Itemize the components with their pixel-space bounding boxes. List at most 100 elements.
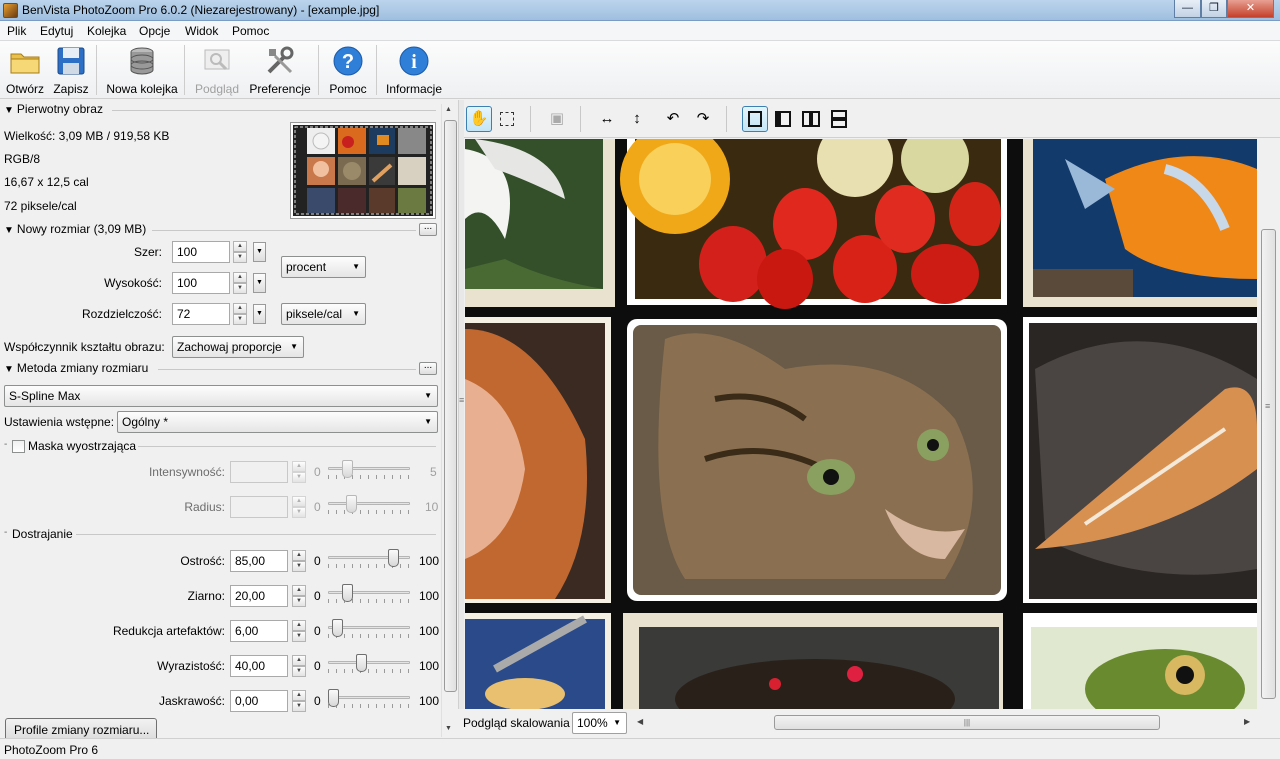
preview-button[interactable]: Podgląd — [192, 45, 242, 97]
preset-select[interactable]: Ogólny * ▼ — [117, 411, 438, 433]
section-original[interactable]: ▼ Pierwotny obraz — [4, 102, 103, 116]
section-method[interactable]: ▼ Metoda zmiany rozmiaru — [4, 361, 148, 375]
radius-slider[interactable] — [328, 494, 410, 514]
mask-label: Maska wyostrzająca — [28, 439, 137, 453]
slider-thumb[interactable] — [356, 654, 367, 672]
aspect-select[interactable]: Zachowaj proporcje ▼ — [172, 336, 304, 358]
single-view-icon — [748, 111, 762, 127]
width-input[interactable]: 100 — [172, 241, 230, 263]
flip-vertical-button[interactable]: ↕ — [624, 106, 650, 132]
scroll-down-arrow-icon[interactable]: ▼ — [445, 725, 452, 732]
menu-file[interactable]: Plik — [7, 24, 26, 38]
view-stacked-button[interactable] — [826, 106, 852, 132]
close-button[interactable]: ✕ — [1227, 0, 1274, 18]
tuning-input[interactable]: 0,00 — [230, 690, 288, 712]
width-spinner[interactable]: ▲ ▼ — [233, 241, 247, 263]
preview-vertical-scrollbar[interactable]: ≡ — [1257, 139, 1280, 709]
left-panel-scrollbar[interactable]: ▲ ▼ — [441, 104, 458, 737]
help-button[interactable]: ? Pomoc — [326, 45, 370, 97]
toolbar-separator — [318, 45, 319, 95]
radius-max: 10 — [425, 500, 439, 514]
section-new-size[interactable]: ▼ Nowy rozmiar (3,09 MB) — [4, 222, 146, 236]
preview-horizontal-scrollbar[interactable]: ◀ ||| ▶ — [634, 714, 1256, 731]
collapse-triangle-icon[interactable]: ▼ — [4, 364, 14, 375]
intensity-input[interactable] — [230, 461, 288, 483]
tuning-spinner[interactable]: ▲ ▼ — [292, 620, 306, 642]
rotate-right-button[interactable]: ↷ — [690, 106, 716, 132]
view-side-by-side-button[interactable] — [798, 106, 824, 132]
slider-thumb[interactable] — [388, 549, 399, 567]
maximize-button[interactable]: ❐ — [1201, 0, 1227, 18]
tuning-spinner[interactable]: ▲ ▼ — [292, 655, 306, 677]
intensity-spinner[interactable]: ▲ ▼ — [292, 461, 306, 483]
horizontal-scrollbar-thumb[interactable]: ||| — [774, 715, 1160, 730]
preferences-button[interactable]: Preferencje — [248, 45, 312, 97]
tuning-spinner[interactable]: ▲ ▼ — [292, 690, 306, 712]
tuning-spinner[interactable]: ▲ ▼ — [292, 550, 306, 572]
width-dropdown-button[interactable]: ▼ — [253, 242, 266, 262]
method-options-button[interactable]: ... — [419, 361, 437, 375]
minimize-button[interactable]: — — [1174, 0, 1201, 18]
height-dropdown-button[interactable]: ▼ — [253, 273, 266, 293]
save-button[interactable]: Zapisz — [50, 45, 92, 97]
menu-view[interactable]: Widok — [185, 24, 218, 38]
tuning-input[interactable]: 40,00 — [230, 655, 288, 677]
open-button[interactable]: Otwórz — [4, 45, 46, 97]
radius-spinner[interactable]: ▲ ▼ — [292, 496, 306, 518]
resolution-spinner[interactable]: ▲ ▼ — [233, 303, 247, 325]
tuning-spinner[interactable]: ▲ ▼ — [292, 585, 306, 607]
tuning-input[interactable]: 85,00 — [230, 550, 288, 572]
menu-options[interactable]: Opcje — [139, 24, 170, 38]
slider-thumb[interactable] — [342, 584, 353, 602]
tuning-slider[interactable] — [328, 583, 410, 603]
crop-button[interactable]: ▣ — [544, 106, 570, 132]
collapse-dash-icon[interactable]: - — [4, 527, 7, 538]
collapse-triangle-icon[interactable]: ▼ — [4, 105, 14, 116]
menu-queue[interactable]: Kolejka — [87, 24, 126, 38]
info-button[interactable]: i Informacje — [384, 45, 444, 97]
hand-tool-button[interactable]: ✋ — [466, 106, 492, 132]
menu-edit[interactable]: Edytuj — [40, 24, 73, 38]
intensity-slider[interactable] — [328, 459, 410, 479]
scroll-up-arrow-icon[interactable]: ▲ — [445, 106, 452, 113]
rotate-left-button[interactable]: ↶ — [660, 106, 686, 132]
select-tool-button[interactable] — [494, 106, 520, 132]
mask-checkbox[interactable] — [12, 440, 25, 453]
view-split-button[interactable] — [770, 106, 796, 132]
tuning-slider[interactable] — [328, 618, 410, 638]
view-single-button[interactable] — [742, 106, 768, 132]
toolbar-separator — [530, 106, 531, 132]
radius-input[interactable] — [230, 496, 288, 518]
height-input[interactable]: 100 — [172, 272, 230, 294]
scroll-left-arrow-icon[interactable]: ◀ — [637, 717, 643, 726]
preview-scale-select[interactable]: 100% ▼ — [572, 712, 627, 734]
tuning-max: 100 — [419, 554, 440, 568]
resolution-dropdown-button[interactable]: ▼ — [253, 304, 266, 324]
status-text: PhotoZoom Pro 6 — [4, 743, 99, 757]
menu-help[interactable]: Pomoc — [232, 24, 269, 38]
question-icon: ? — [333, 46, 363, 76]
vertical-scrollbar-thumb[interactable] — [1261, 229, 1276, 699]
collapse-triangle-icon[interactable]: ▼ — [4, 225, 14, 236]
algorithm-select[interactable]: S-Spline Max ▼ — [4, 385, 438, 407]
size-unit-select[interactable]: procent ▼ — [281, 256, 366, 278]
new-size-options-button[interactable]: ... — [419, 222, 437, 236]
thumbnail[interactable] — [290, 122, 436, 219]
new-queue-button[interactable]: Nowa kolejka — [104, 45, 180, 97]
left-scrollbar-thumb[interactable] — [444, 120, 457, 692]
panel-splitter[interactable]: ≡ — [458, 100, 464, 737]
resolution-unit-select[interactable]: piksele/cal ▼ — [281, 303, 366, 325]
scroll-right-arrow-icon[interactable]: ▶ — [1244, 717, 1250, 726]
preview-canvas[interactable] — [465, 139, 1257, 709]
tuning-slider[interactable] — [328, 688, 410, 708]
slider-thumb[interactable] — [328, 689, 339, 707]
tuning-input[interactable]: 6,00 — [230, 620, 288, 642]
resolution-input[interactable]: 72 — [172, 303, 230, 325]
height-spinner[interactable]: ▲ ▼ — [233, 272, 247, 294]
tuning-slider[interactable] — [328, 548, 410, 568]
tuning-slider[interactable] — [328, 653, 410, 673]
slider-thumb[interactable] — [332, 619, 343, 637]
flip-horizontal-button[interactable]: ↔ — [594, 106, 620, 132]
tuning-input[interactable]: 20,00 — [230, 585, 288, 607]
collapse-dash-icon[interactable]: - — [4, 439, 7, 450]
